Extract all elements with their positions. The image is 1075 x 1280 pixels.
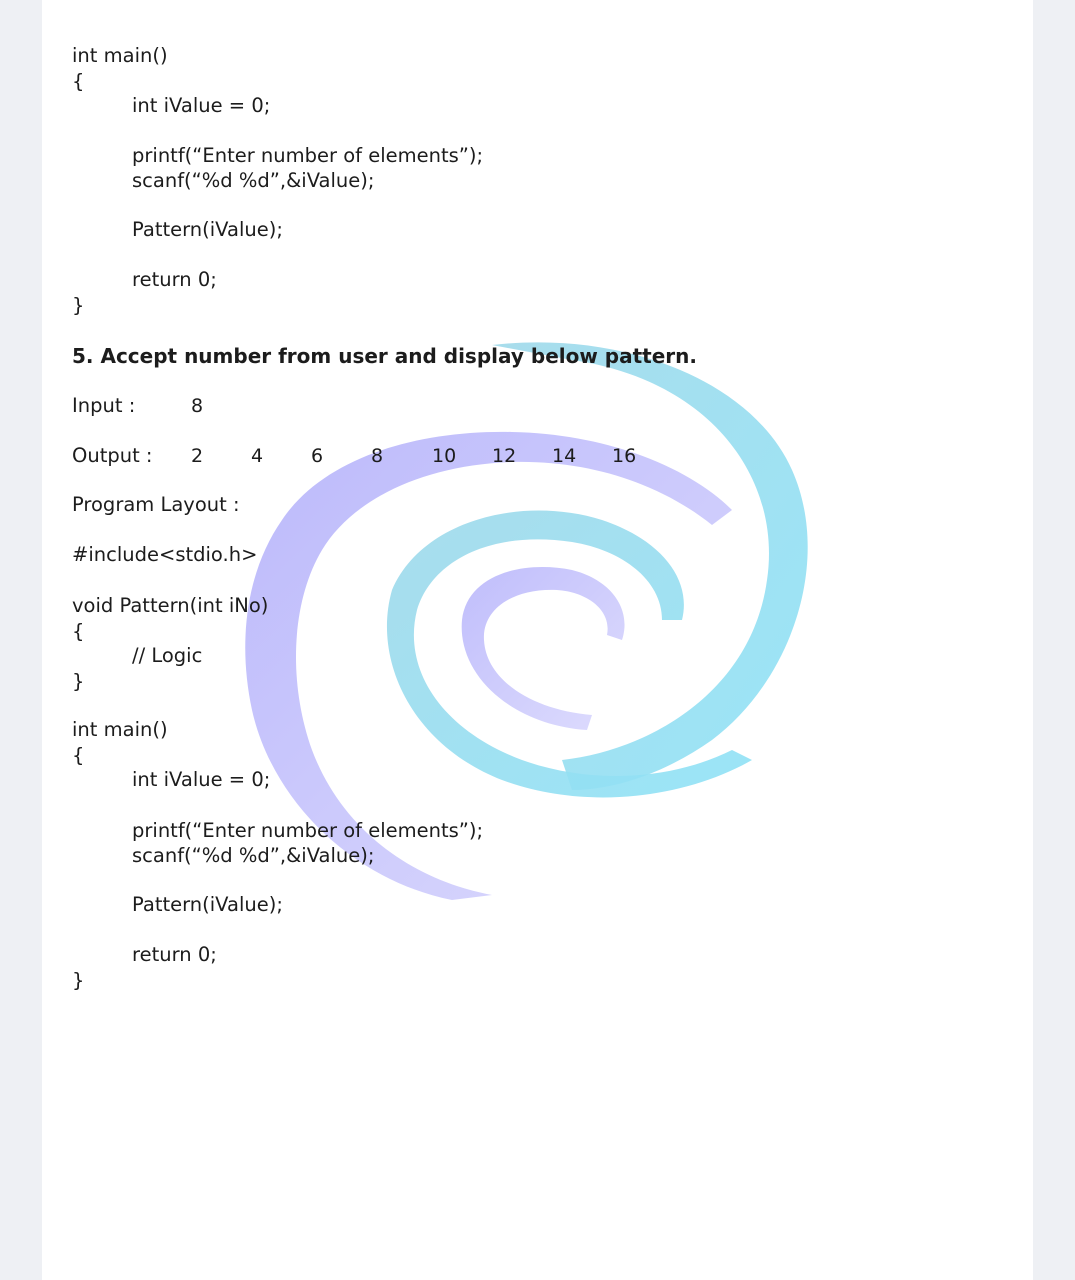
output-label: Output : [72,444,153,467]
code-line-logic-comment: // Logic [132,644,203,667]
code-line-open-brace: { [72,620,85,643]
output-value: 4 [251,445,264,467]
code-line-printf: printf(“Enter number of elements”); [132,144,484,167]
input-label: Input : [72,394,136,417]
code-line-scanf: scanf(“%d %d”,&iValue); [132,169,375,192]
code-line-ivalue-declaration: int iValue = 0; [132,94,271,117]
code-line-return: return 0; [132,268,217,291]
code-line-ivalue-declaration: int iValue = 0; [132,768,271,791]
code-line-open-brace: { [72,744,85,767]
output-value: 10 [432,445,457,467]
code-line-include: #include<stdio.h> [72,543,258,566]
code-line-close-brace: } [72,294,85,317]
code-line-main-signature: int main() [72,44,168,67]
output-value: 16 [612,445,637,467]
code-line-return: return 0; [132,943,217,966]
program-layout-label: Program Layout : [72,493,240,516]
question-title: 5. Accept number from user and display b… [72,344,697,368]
code-line-close-brace: } [72,969,85,992]
output-value: 14 [552,445,577,467]
document-page: int main() { int iValue = 0; printf(“Ent… [42,0,1033,1280]
output-value: 8 [371,445,384,467]
code-line-main-signature: int main() [72,718,168,741]
output-value: 12 [492,445,517,467]
output-value: 2 [191,445,204,467]
input-value: 8 [191,395,204,417]
code-line-pattern-signature: void Pattern(int iNo) [72,594,269,617]
code-line-scanf: scanf(“%d %d”,&iValue); [132,844,375,867]
code-line-close-brace: } [72,670,85,693]
code-line-printf: printf(“Enter number of elements”); [132,819,484,842]
code-line-pattern-call: Pattern(iValue); [132,218,283,241]
code-line-open-brace: { [72,70,85,93]
output-value: 6 [311,445,324,467]
code-line-pattern-call: Pattern(iValue); [132,893,283,916]
